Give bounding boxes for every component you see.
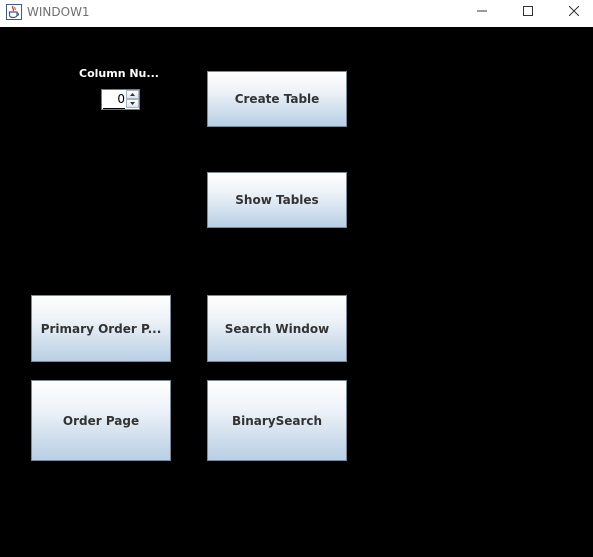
java-cup-icon <box>6 4 22 20</box>
column-number-field[interactable]: 0 <box>102 90 125 109</box>
close-icon <box>569 6 579 16</box>
spinner-up-button[interactable] <box>126 90 139 99</box>
minimize-button[interactable] <box>459 0 505 24</box>
column-number-label: Column Nu... <box>79 67 159 80</box>
minimize-icon <box>477 10 487 12</box>
window-title: WINDOW1 <box>27 5 90 19</box>
order-page-button[interactable]: Order Page <box>31 380 171 461</box>
app-window: WINDOW1 Column Nu... 0 Create Table Show… <box>0 0 593 557</box>
chevron-down-icon <box>130 102 135 105</box>
primary-order-page-button[interactable]: Primary Order P... <box>31 295 171 362</box>
column-number-spinner[interactable]: 0 <box>101 89 140 110</box>
content-panel: Column Nu... 0 Create Table Show Tables … <box>0 27 593 557</box>
create-table-button[interactable]: Create Table <box>207 71 347 127</box>
search-window-button[interactable]: Search Window <box>207 295 347 362</box>
spinner-down-button[interactable] <box>126 99 139 108</box>
title-bar[interactable]: WINDOW1 <box>0 0 593 27</box>
close-button[interactable] <box>551 0 593 24</box>
maximize-button[interactable] <box>505 0 551 24</box>
binary-search-button[interactable]: BinarySearch <box>207 380 347 461</box>
chevron-up-icon <box>130 93 135 96</box>
show-tables-button[interactable]: Show Tables <box>207 172 347 228</box>
maximize-icon <box>523 6 533 16</box>
spinner-field-underline <box>103 108 125 109</box>
